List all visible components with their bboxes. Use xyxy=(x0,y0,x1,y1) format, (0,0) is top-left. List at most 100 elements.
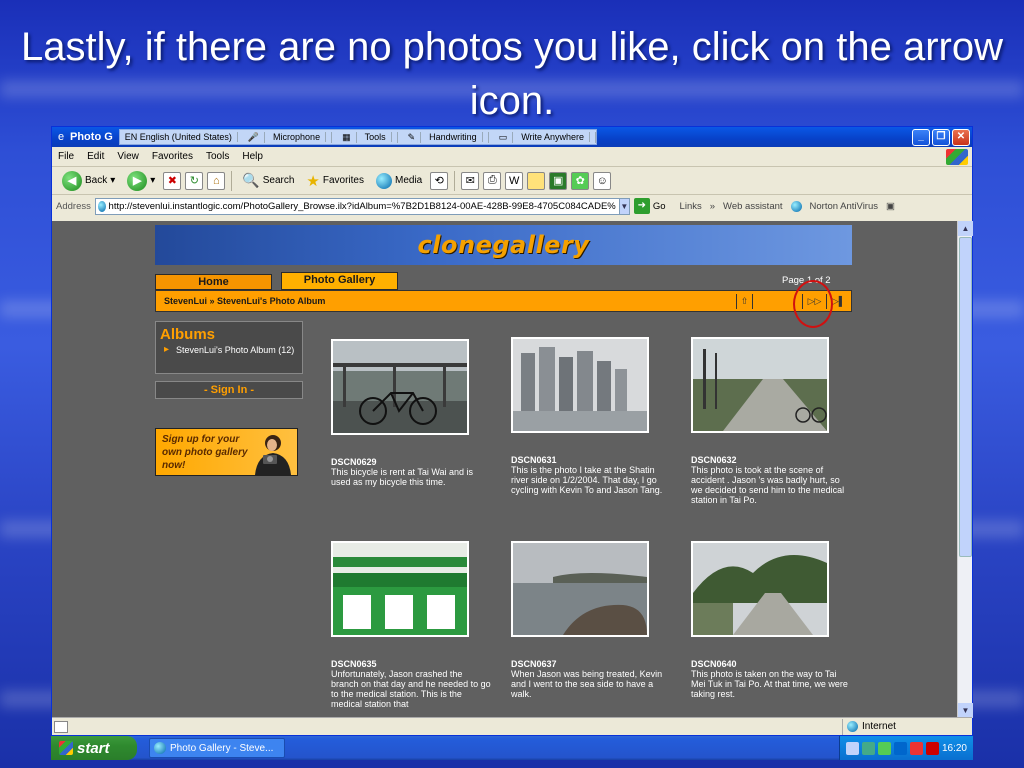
print-icon[interactable]: ⎙ xyxy=(483,171,502,190)
favorites-button[interactable]: ★ Favorites xyxy=(302,170,368,192)
back-button[interactable]: ◀ Back ▾ xyxy=(58,170,119,192)
maximize-button[interactable]: ❐ xyxy=(932,128,950,146)
messenger-icon[interactable] xyxy=(877,741,891,755)
albums-panel: Albums StevenLui's Photo Album (12) xyxy=(155,321,303,374)
menu-file[interactable]: File xyxy=(58,151,74,162)
photo-caption: DSCN0631 This is the photo I take at the… xyxy=(511,455,671,495)
windows-logo-icon xyxy=(946,148,968,165)
browser-window: e Photo G EN English (United States) 🎤 Mi… xyxy=(51,126,973,736)
messenger-lite-icon[interactable]: ✿ xyxy=(571,171,590,190)
start-label: start xyxy=(77,739,110,757)
write-anywhere-button[interactable]: ▭ Write Anywhere xyxy=(489,131,597,143)
address-label: Address xyxy=(56,200,91,212)
close-button[interactable]: ✕ xyxy=(952,128,970,146)
signup-promo[interactable]: Sign up for your own photo gallery now! xyxy=(155,428,298,476)
go-button[interactable]: ➜ Go xyxy=(633,198,666,214)
menu-bar: File Edit View Favorites Tools Help xyxy=(52,147,972,167)
scroll-thumb[interactable] xyxy=(959,237,972,557)
photo-description: Unfortunately, Jason crashed the branch … xyxy=(331,669,491,709)
address-bar: Address http://stevenlui.instantlogic.co… xyxy=(52,195,972,217)
media-player-icon[interactable] xyxy=(893,741,907,755)
address-input[interactable]: http://stevenlui.instantlogic.com/PhotoG… xyxy=(94,197,630,215)
search-label: Search xyxy=(262,175,295,186)
tray-app-icon[interactable] xyxy=(909,741,923,755)
photo-thumb-dscn0637[interactable] xyxy=(511,541,649,637)
minimize-button[interactable]: _ xyxy=(912,128,930,146)
tab-home[interactable]: Home xyxy=(155,274,272,290)
menu-edit[interactable]: Edit xyxy=(87,151,104,162)
history-icon[interactable]: ⟲ xyxy=(430,171,449,190)
title-bar[interactable]: e Photo G EN English (United States) 🎤 Mi… xyxy=(52,127,972,147)
search-button[interactable]: 🔍 Search xyxy=(238,170,298,192)
sign-in-button[interactable]: - Sign In - xyxy=(155,381,303,399)
media-button[interactable]: Media xyxy=(372,170,426,192)
menu-favorites[interactable]: Favorites xyxy=(152,151,193,162)
vertical-scrollbar[interactable]: ▲ ▼ xyxy=(957,221,973,718)
up-arrow-icon[interactable]: ⇧ xyxy=(736,294,752,309)
photo-name[interactable]: DSCN0631 xyxy=(511,455,671,465)
site-banner: clonegallery xyxy=(155,225,852,265)
go-label: Go xyxy=(652,200,666,212)
album-link[interactable]: StevenLui's Photo Album (12) xyxy=(156,343,302,355)
word-icon[interactable]: W xyxy=(505,171,524,190)
address-url: http://stevenlui.instantlogic.com/PhotoG… xyxy=(108,200,616,212)
start-button[interactable]: start xyxy=(51,736,137,760)
photo-thumb-dscn0629[interactable] xyxy=(331,339,469,435)
bicycle-photo xyxy=(333,341,467,433)
messenger-pro-icon[interactable]: ▣ xyxy=(549,171,568,190)
breadcrumb[interactable]: StevenLui » StevenLui's Photo Album xyxy=(156,296,325,306)
task-label: Photo Gallery - Steve... xyxy=(170,742,274,754)
web-assistant-icon[interactable] xyxy=(790,200,802,212)
ati-icon[interactable] xyxy=(925,741,939,755)
home-icon[interactable]: ⌂ xyxy=(207,171,226,190)
note-icon[interactable] xyxy=(527,171,546,190)
toolbar: ◀ Back ▾ ▶ ▾ ✖ ↻ ⌂ 🔍 Search ★ Favorites … xyxy=(52,167,972,195)
norton-button[interactable]: Norton AntiVirus xyxy=(810,201,878,212)
write-icon: ▭ xyxy=(494,131,514,143)
forward-button[interactable]: ▶ ▾ xyxy=(123,170,159,192)
back-label: Back xyxy=(85,175,108,186)
tools-button[interactable]: ▦ Tools xyxy=(332,131,398,143)
site-logo[interactable]: clonegallery xyxy=(418,231,590,259)
stop-icon[interactable]: ✖ xyxy=(163,171,182,190)
chevron-down-icon: ▾ xyxy=(110,175,116,186)
photo-name[interactable]: DSCN0640 xyxy=(691,659,851,669)
system-tray: 16:20 xyxy=(838,736,973,760)
taskbar-item-photo-gallery[interactable]: Photo Gallery - Steve... xyxy=(149,738,285,758)
chevron-right-icon[interactable]: » xyxy=(710,201,715,212)
security-zone: Internet xyxy=(842,718,972,735)
photo-thumb-dscn0632[interactable] xyxy=(691,337,829,433)
photo-thumb-dscn0640[interactable] xyxy=(691,541,829,637)
address-dropdown-icon[interactable]: ▼ xyxy=(618,198,629,214)
links-button[interactable]: Links xyxy=(680,201,702,212)
photo-thumb-dscn0635[interactable] xyxy=(331,541,469,637)
norton-icon[interactable]: ▣ xyxy=(886,201,895,212)
photo-thumb-dscn0631[interactable] xyxy=(511,337,649,433)
menu-help[interactable]: Help xyxy=(242,151,263,162)
photo-description: When Jason was being treated, Kevin and … xyxy=(511,669,663,699)
photo-name[interactable]: DSCN0629 xyxy=(331,457,491,467)
tab-photo-gallery[interactable]: Photo Gallery xyxy=(281,272,398,290)
photo-name[interactable]: DSCN0635 xyxy=(331,659,491,669)
handwriting-button[interactable]: ✎ Handwriting xyxy=(398,131,489,143)
scroll-up-icon[interactable]: ▲ xyxy=(958,221,973,236)
toolbar-separator xyxy=(454,170,456,191)
menu-view[interactable]: View xyxy=(117,151,139,162)
web-assistant-button[interactable]: Web assistant xyxy=(723,201,783,212)
buildings-photo xyxy=(513,339,647,431)
mail-icon[interactable]: ✉ xyxy=(461,171,480,190)
photographer-icon xyxy=(255,435,291,475)
scroll-down-icon[interactable]: ▼ xyxy=(958,703,973,718)
network-icon[interactable] xyxy=(861,741,875,755)
language-indicator[interactable]: EN English (United States) xyxy=(120,132,238,142)
photo-name[interactable]: DSCN0632 xyxy=(691,455,851,465)
photo-name[interactable]: DSCN0637 xyxy=(511,659,671,669)
media-icon xyxy=(376,172,392,189)
microphone-button[interactable]: 🎤 Microphone xyxy=(238,131,333,143)
tray-back-icon[interactable] xyxy=(845,741,859,755)
people-icon[interactable]: ☺ xyxy=(593,171,612,190)
window-title: Photo G xyxy=(70,131,113,143)
media-label: Media xyxy=(395,175,423,186)
menu-tools[interactable]: Tools xyxy=(206,151,229,162)
refresh-icon[interactable]: ↻ xyxy=(185,171,204,190)
